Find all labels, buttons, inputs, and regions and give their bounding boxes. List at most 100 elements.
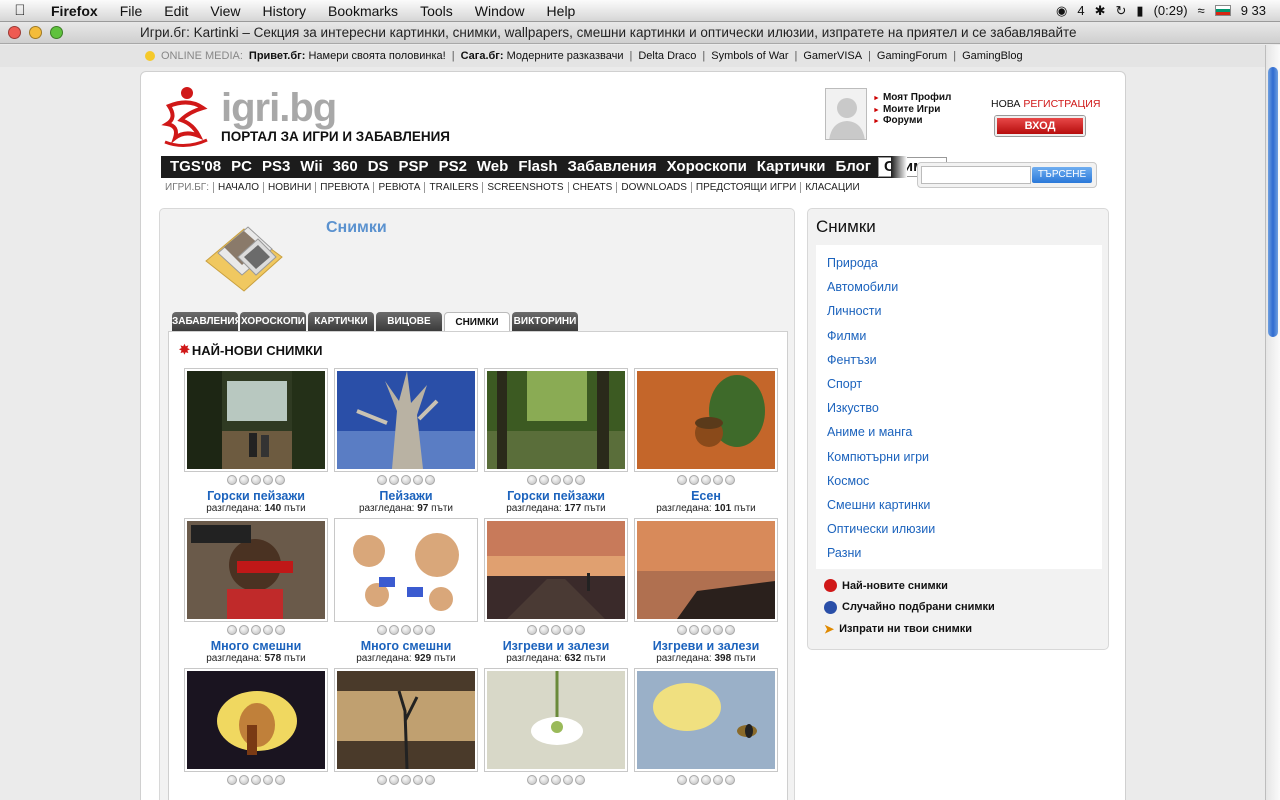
nav-ds[interactable]: DS bbox=[363, 156, 394, 178]
category-link[interactable]: Фентъзи bbox=[816, 348, 1102, 372]
rating-face-icon[interactable] bbox=[227, 625, 237, 635]
rating-stars[interactable] bbox=[481, 775, 631, 786]
nav-tgs08[interactable]: TGS'08 bbox=[165, 156, 226, 178]
status-app-icon[interactable]: ◉ bbox=[1056, 3, 1067, 19]
photo-title[interactable]: Много смешни bbox=[181, 639, 331, 653]
rating-stars[interactable] bbox=[331, 475, 481, 486]
tab-0[interactable]: ЗАБАВЛЕНИЯ bbox=[172, 312, 238, 331]
nav-kartichki[interactable]: Картички bbox=[752, 156, 831, 178]
rating-face-icon[interactable] bbox=[413, 625, 423, 635]
register-link[interactable]: НОВА РЕГИСТРАЦИЯ bbox=[991, 98, 1100, 110]
category-link[interactable]: Компютърни игри bbox=[816, 445, 1102, 469]
rating-face-icon[interactable] bbox=[539, 775, 549, 785]
rating-stars[interactable] bbox=[181, 475, 331, 486]
rating-stars[interactable] bbox=[481, 625, 631, 636]
rating-face-icon[interactable] bbox=[539, 475, 549, 485]
wifi-icon[interactable]: ≈ bbox=[1198, 3, 1205, 18]
subnav-charts[interactable]: КЛАСАЦИИ bbox=[800, 182, 863, 193]
subnav-news[interactable]: НОВИНИ bbox=[263, 182, 315, 193]
rating-stars[interactable] bbox=[181, 625, 331, 636]
rating-stars[interactable] bbox=[631, 775, 781, 786]
bookmark-gamingforum[interactable]: GamingForum bbox=[877, 50, 947, 62]
rating-face-icon[interactable] bbox=[377, 775, 387, 785]
rating-face-icon[interactable] bbox=[551, 625, 561, 635]
search-button[interactable]: ТЪРСЕНЕ bbox=[1032, 167, 1092, 183]
site-logo[interactable]: igri.bg ПОРТАЛ ЗА ИГРИ И ЗАБАВЛЕНИЯ bbox=[159, 84, 459, 148]
rating-stars[interactable] bbox=[331, 775, 481, 786]
rating-face-icon[interactable] bbox=[275, 775, 285, 785]
rating-face-icon[interactable] bbox=[677, 775, 687, 785]
subnav-cheats[interactable]: CHEATS bbox=[567, 182, 617, 193]
photo-title[interactable]: Изгреви и залези bbox=[631, 639, 781, 653]
rating-face-icon[interactable] bbox=[227, 775, 237, 785]
rating-face-icon[interactable] bbox=[701, 625, 711, 635]
rating-stars[interactable] bbox=[631, 625, 781, 636]
nav-ps3[interactable]: PS3 bbox=[257, 156, 295, 178]
category-link[interactable]: Личности bbox=[816, 299, 1102, 323]
rating-face-icon[interactable] bbox=[377, 625, 387, 635]
bookmark-online-media[interactable]: ONLINE MEDIA: bbox=[161, 50, 243, 62]
nav-wii[interactable]: Wii bbox=[295, 156, 327, 178]
login-button[interactable]: ВХОД bbox=[995, 116, 1085, 136]
nav-ps2[interactable]: PS2 bbox=[434, 156, 472, 178]
nav-zabavlenia[interactable]: Забавления bbox=[563, 156, 662, 178]
tab-3[interactable]: ВИЦОВЕ bbox=[376, 312, 442, 331]
menu-help[interactable]: Help bbox=[536, 0, 587, 22]
nav-360[interactable]: 360 bbox=[328, 156, 363, 178]
bookmark-privet[interactable]: Привет.бг: Намери своята половинка! bbox=[249, 50, 446, 62]
nav-flash[interactable]: Flash bbox=[513, 156, 562, 178]
rating-face-icon[interactable] bbox=[413, 775, 423, 785]
rating-face-icon[interactable] bbox=[713, 475, 723, 485]
rating-face-icon[interactable] bbox=[251, 475, 261, 485]
rating-face-icon[interactable] bbox=[575, 625, 585, 635]
nav-psp[interactable]: PSP bbox=[394, 156, 434, 178]
nav-horoskopi[interactable]: Хороскопи bbox=[662, 156, 752, 178]
rating-face-icon[interactable] bbox=[689, 625, 699, 635]
battery-icon[interactable]: ▮ bbox=[1136, 3, 1143, 19]
rating-face-icon[interactable] bbox=[689, 475, 699, 485]
rating-face-icon[interactable] bbox=[239, 625, 249, 635]
photo-thumbnail[interactable] bbox=[634, 668, 778, 772]
rating-face-icon[interactable] bbox=[677, 625, 687, 635]
rating-face-icon[interactable] bbox=[713, 775, 723, 785]
rating-face-icon[interactable] bbox=[527, 775, 537, 785]
rating-face-icon[interactable] bbox=[275, 625, 285, 635]
photo-title[interactable]: Много смешни bbox=[331, 639, 481, 653]
flag-icon[interactable] bbox=[1214, 5, 1231, 16]
photo-thumbnail[interactable] bbox=[484, 518, 628, 622]
tab-2[interactable]: КАРТИЧКИ bbox=[308, 312, 374, 331]
category-link[interactable]: Разни bbox=[816, 541, 1102, 565]
rating-face-icon[interactable] bbox=[263, 775, 273, 785]
rating-face-icon[interactable] bbox=[425, 625, 435, 635]
rating-face-icon[interactable] bbox=[413, 475, 423, 485]
photo-thumbnail[interactable] bbox=[184, 668, 328, 772]
rating-face-icon[interactable] bbox=[689, 775, 699, 785]
rating-face-icon[interactable] bbox=[425, 775, 435, 785]
subnav-home[interactable]: НАЧАЛО bbox=[213, 182, 263, 193]
link-forums[interactable]: Форуми bbox=[873, 115, 951, 128]
rating-face-icon[interactable] bbox=[401, 775, 411, 785]
rating-face-icon[interactable] bbox=[425, 475, 435, 485]
rating-face-icon[interactable] bbox=[389, 475, 399, 485]
rating-face-icon[interactable] bbox=[401, 475, 411, 485]
search-input[interactable] bbox=[921, 166, 1031, 184]
photo-title[interactable]: Горски пейзажи bbox=[181, 489, 331, 503]
nav-pc[interactable]: PC bbox=[226, 156, 257, 178]
photo-thumbnail[interactable] bbox=[184, 518, 328, 622]
zoom-window-button[interactable] bbox=[50, 26, 63, 39]
apple-icon[interactable]:  bbox=[0, 2, 40, 19]
rating-stars[interactable] bbox=[331, 625, 481, 636]
rating-face-icon[interactable] bbox=[713, 625, 723, 635]
category-link[interactable]: Аниме и манга bbox=[816, 420, 1102, 444]
menu-window[interactable]: Window bbox=[464, 0, 536, 22]
rating-face-icon[interactable] bbox=[251, 625, 261, 635]
rating-face-icon[interactable] bbox=[563, 625, 573, 635]
photo-title[interactable]: Горски пейзажи bbox=[481, 489, 631, 503]
photo-thumbnail[interactable] bbox=[484, 368, 628, 472]
category-link[interactable]: Оптически илюзии bbox=[816, 517, 1102, 541]
category-link[interactable]: Филми bbox=[816, 324, 1102, 348]
rating-stars[interactable] bbox=[631, 475, 781, 486]
photo-title[interactable]: Есен bbox=[631, 489, 781, 503]
bookmark-delta-draco[interactable]: Delta Draco bbox=[638, 50, 696, 62]
link-send-photos[interactable]: ➤ Изпрати ни твои снимки bbox=[824, 618, 995, 640]
